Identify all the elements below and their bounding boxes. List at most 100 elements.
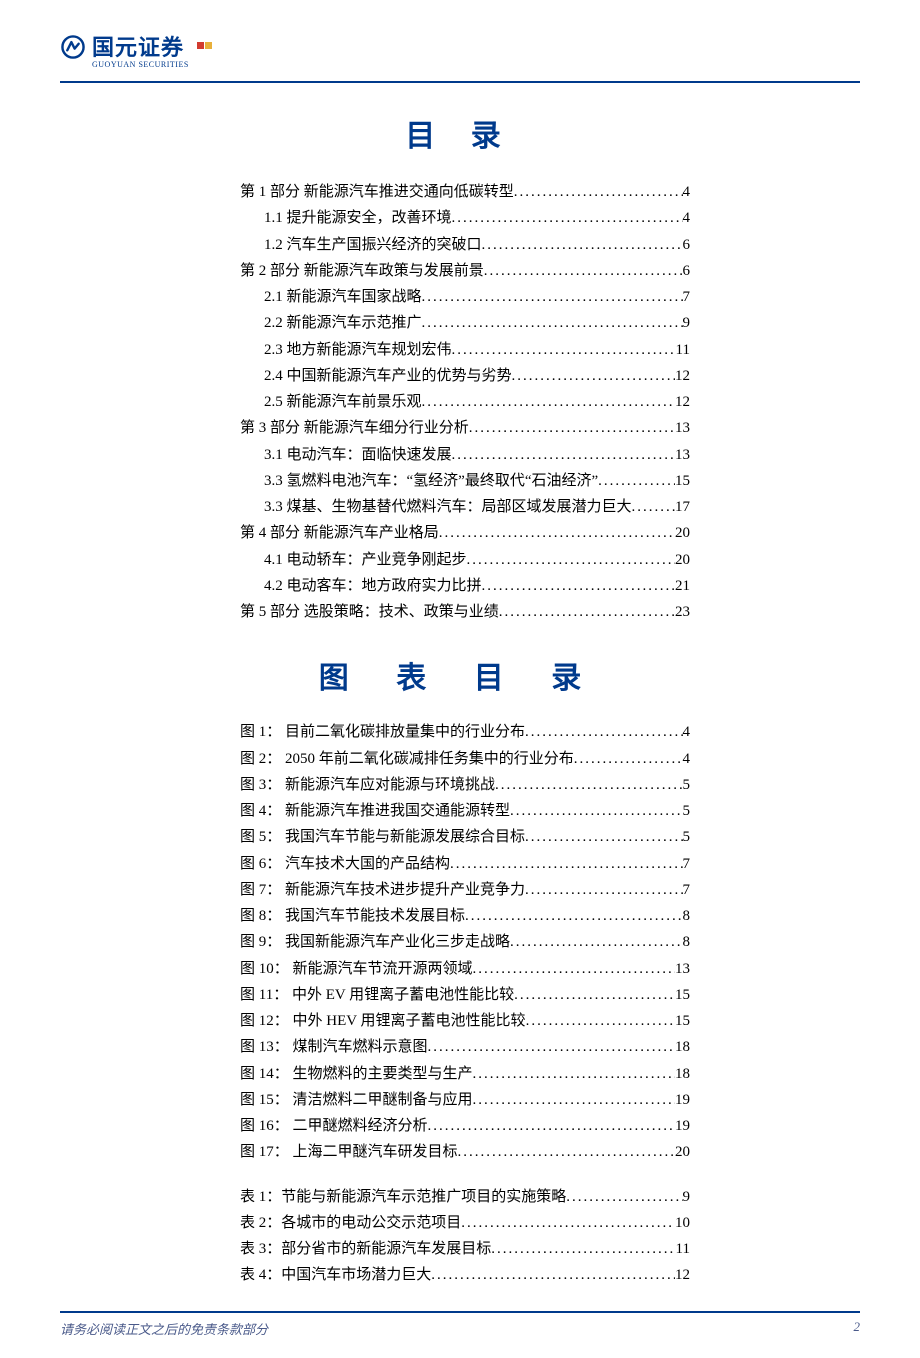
toc-entry-page: 11 [676, 337, 690, 363]
toc-subsection-row: 1.2 汽车生产国振兴经济的突破口6 [240, 232, 690, 258]
dot-leader [458, 1139, 675, 1165]
toc-entry-page: 13 [675, 415, 690, 441]
toc-entry-label: 1.2 汽车生产国振兴经济的突破口 [264, 232, 482, 258]
toc-entry-page: 8 [683, 929, 691, 955]
toc-entry-page: 17 [675, 494, 690, 520]
toc-entry-label: 2.3 地方新能源汽车规划宏伟 [264, 337, 452, 363]
toc-section-row: 第 5 部分 选股策略：技术、政策与业绩23 [240, 599, 690, 625]
toc-entry-page: 4 [683, 179, 691, 205]
dot-leader [566, 1184, 682, 1210]
figure-entry-row: 图 13： 煤制汽车燃料示意图18 [240, 1034, 690, 1060]
dot-leader [482, 232, 683, 258]
toc-subsection-row: 3.1 电动汽车：面临快速发展 13 [240, 442, 690, 468]
figure-entry-row: 图 14： 生物燃料的主要类型与生产18 [240, 1061, 690, 1087]
toc-entry-label: 4.2 电动客车：地方政府实力比拼 [264, 573, 482, 599]
toc-entry-page: 9 [683, 310, 691, 336]
dot-leader [452, 337, 676, 363]
toc-entry-label: 图 11： 中外 EV 用锂离子蓄电池性能比较 [240, 982, 514, 1008]
dot-leader [525, 877, 682, 903]
logo-text-cn: 国元证券 [92, 30, 184, 62]
toc-entry-page: 4 [683, 205, 691, 231]
list-of-figures: 图 1： 目前二氧化碳排放量集中的行业分布4图 2： 2050 年前二氧化碳减排… [60, 719, 860, 1165]
dot-leader [473, 1061, 675, 1087]
toc-subsection-row: 3.3 煤基、生物基替代燃料汽车：局部区域发展潜力巨大 17 [240, 494, 690, 520]
toc-entry-label: 1.1 提升能源安全，改善环境 [264, 205, 452, 231]
dot-leader [510, 929, 682, 955]
figure-entry-row: 图 16： 二甲醚燃料经济分析 19 [240, 1113, 690, 1139]
toc-entry-page: 15 [675, 982, 690, 1008]
toc-subsection-row: 2.2 新能源汽车示范推广 9 [240, 310, 690, 336]
dot-leader [428, 1034, 675, 1060]
toc-entry-label: 3.1 电动汽车：面临快速发展 [264, 442, 452, 468]
toc-section-row: 第 3 部分 新能源汽车细分行业分析 13 [240, 415, 690, 441]
toc-entry-label: 图 17： 上海二甲醚汽车研发目标 [240, 1139, 458, 1165]
dot-leader [574, 746, 683, 772]
dot-leader [495, 772, 682, 798]
toc-entry-label: 3.3 煤基、生物基替代燃料汽车：局部区域发展潜力巨大 [264, 494, 632, 520]
toc-entry-page: 12 [675, 1262, 690, 1288]
table-entry-row: 表 2：各城市的电动公交示范项目 10 [240, 1210, 690, 1236]
toc-entry-page: 11 [676, 1236, 690, 1262]
toc-entry-label: 图 3： 新能源汽车应对能源与环境挑战 [240, 772, 495, 798]
toc-entry-page: 7 [683, 877, 691, 903]
dot-leader [422, 310, 683, 336]
dot-leader [450, 851, 682, 877]
toc-section-row: 第 1 部分 新能源汽车推进交通向低碳转型 4 [240, 179, 690, 205]
toc-entry-page: 10 [675, 1210, 690, 1236]
figure-entry-row: 图 11： 中外 EV 用锂离子蓄电池性能比较 15 [240, 982, 690, 1008]
footer-page-number: 2 [854, 1319, 861, 1338]
figure-entry-row: 图 10： 新能源汽车节流开源两领域13 [240, 956, 690, 982]
table-entry-row: 表 3：部分省市的新能源汽车发展目标11 [240, 1236, 690, 1262]
table-entry-row: 表 4：中国汽车市场潜力巨大12 [240, 1262, 690, 1288]
dot-leader [465, 903, 682, 929]
toc-entry-label: 第 5 部分 选股策略：技术、政策与业绩 [240, 599, 499, 625]
toc-entry-label: 图 15： 清洁燃料二甲醚制备与应用 [240, 1087, 473, 1113]
toc-entry-page: 19 [675, 1113, 690, 1139]
toc-entry-label: 图 16： 二甲醚燃料经济分析 [240, 1113, 428, 1139]
toc-entry-page: 4 [683, 719, 691, 745]
dot-leader [632, 494, 675, 520]
dot-leader [491, 1236, 675, 1262]
table-of-contents: 第 1 部分 新能源汽车推进交通向低碳转型41.1 提升能源安全，改善环境41.… [60, 179, 860, 625]
dot-leader [452, 442, 675, 468]
figure-entry-row: 图 8： 我国汽车节能技术发展目标8 [240, 903, 690, 929]
toc-entry-label: 图 13： 煤制汽车燃料示意图 [240, 1034, 428, 1060]
dot-leader [526, 1008, 675, 1034]
toc-entry-page: 7 [683, 851, 691, 877]
list-of-tables: 表 1：节能与新能源汽车示范推广项目的实施策略9表 2：各城市的电动公交示范项目… [60, 1184, 860, 1289]
figure-entry-row: 图 3： 新能源汽车应对能源与环境挑战 5 [240, 772, 690, 798]
figure-entry-row: 图 7： 新能源汽车技术进步提升产业竞争力7 [240, 877, 690, 903]
toc-entry-label: 表 2：各城市的电动公交示范项目 [240, 1210, 461, 1236]
dot-leader [484, 258, 683, 284]
toc-entry-label: 第 2 部分 新能源汽车政策与发展前景 [240, 258, 484, 284]
dot-leader [428, 1113, 675, 1139]
toc-entry-label: 第 3 部分 新能源汽车细分行业分析 [240, 415, 469, 441]
toc-subsection-row: 4.2 电动客车：地方政府实力比拼 21 [240, 573, 690, 599]
figure-entry-row: 图 12： 中外 HEV 用锂离子蓄电池性能比较15 [240, 1008, 690, 1034]
logo-flag-icon [197, 42, 212, 49]
toc-entry-label: 2.2 新能源汽车示范推广 [264, 310, 422, 336]
toc-entry-label: 第 1 部分 新能源汽车推进交通向低碳转型 [240, 179, 514, 205]
toc-section-row: 第 4 部分 新能源汽车产业格局20 [240, 520, 690, 546]
toc-entry-label: 图 5： 我国汽车节能与新能源发展综合目标 [240, 824, 525, 850]
toc-entry-page: 15 [675, 468, 690, 494]
page-footer: 请务必阅读正文之后的免责条款部分 2 [60, 1313, 860, 1338]
toc-entry-label: 图 6： 汽车技术大国的产品结构 [240, 851, 450, 877]
dot-leader [473, 1087, 675, 1113]
toc-subsection-row: 1.1 提升能源安全，改善环境 4 [240, 205, 690, 231]
toc-subsection-row: 3.3 氢燃料电池汽车：“氢经济”最终取代“石油经济” 15 [240, 468, 690, 494]
company-logo: 国元证券 GUOYUAN SECURITIES [60, 30, 212, 69]
toc-entry-label: 3.3 氢燃料电池汽车：“氢经济”最终取代“石油经济” [264, 468, 598, 494]
toc-entry-page: 21 [675, 573, 690, 599]
toc-subsection-row: 2.5 新能源汽车前景乐观12 [240, 389, 690, 415]
figure-entry-row: 图 5： 我国汽车节能与新能源发展综合目标5 [240, 824, 690, 850]
toc-entry-label: 图 8： 我国汽车节能技术发展目标 [240, 903, 465, 929]
toc-entry-label: 表 1：节能与新能源汽车示范推广项目的实施策略 [240, 1184, 566, 1210]
toc-entry-page: 15 [675, 1008, 690, 1034]
toc-entry-page: 5 [683, 772, 691, 798]
dot-leader [514, 179, 683, 205]
toc-entry-page: 13 [675, 956, 690, 982]
dot-leader [469, 415, 675, 441]
figure-entry-row: 图 4： 新能源汽车推进我国交通能源转型5 [240, 798, 690, 824]
figure-entry-row: 图 9： 我国新能源汽车产业化三步走战略8 [240, 929, 690, 955]
